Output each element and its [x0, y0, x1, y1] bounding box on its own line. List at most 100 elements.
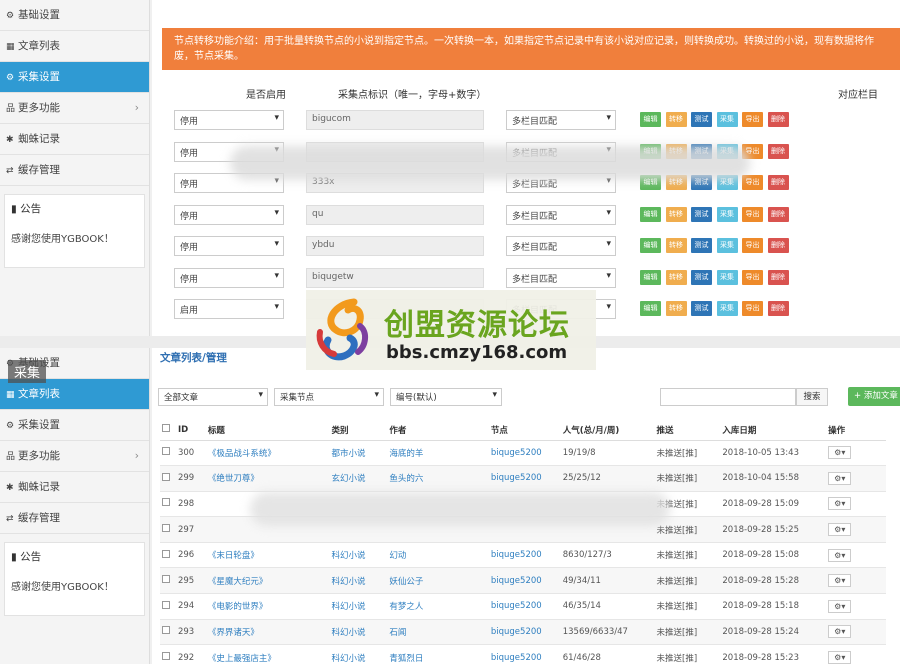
- cell-title[interactable]: 《星魔大纪元》: [205, 567, 330, 595]
- cell-category[interactable]: 科幻小说: [329, 644, 388, 664]
- row-checkbox[interactable]: [160, 619, 176, 646]
- action-button[interactable]: 导出: [742, 301, 763, 316]
- enable-select[interactable]: 启用: [174, 299, 284, 319]
- gear-dropdown-button[interactable]: ⚙▾: [828, 599, 852, 613]
- cell-category[interactable]: 玄幻小说: [329, 465, 388, 492]
- action-button[interactable]: 编辑: [640, 112, 661, 127]
- gear-dropdown-button[interactable]: ⚙▾: [828, 471, 852, 485]
- action-button[interactable]: 测试: [691, 301, 712, 316]
- action-button[interactable]: 测试: [691, 206, 712, 222]
- action-button[interactable]: 删除: [767, 143, 789, 159]
- cell-category[interactable]: 都市小说: [329, 440, 388, 467]
- action-button[interactable]: 删除: [767, 206, 789, 222]
- row-checkbox[interactable]: [160, 516, 176, 543]
- row-checkbox[interactable]: [160, 644, 176, 664]
- action-button[interactable]: 编辑: [640, 238, 661, 253]
- cell-node[interactable]: biquge5200: [488, 593, 561, 620]
- action-button[interactable]: 编辑: [640, 269, 661, 285]
- cell-title[interactable]: 《绝世刀尊》: [205, 465, 330, 492]
- filter-node[interactable]: 采集节点: [274, 388, 384, 406]
- node-ident-input[interactable]: bigucom: [306, 110, 484, 130]
- row-checkbox[interactable]: [160, 593, 176, 620]
- node-ident-input[interactable]: ybdu: [306, 236, 484, 256]
- cell-node[interactable]: biquge5200: [488, 567, 561, 595]
- row-checkbox[interactable]: [160, 542, 176, 569]
- cell-title[interactable]: 《史上最强店主》: [205, 644, 330, 664]
- cell-title[interactable]: 《界界诸天》: [205, 619, 330, 646]
- cell-author[interactable]: 妖仙公子: [387, 567, 489, 595]
- sidebar-item[interactable]: ✱ 蜘蛛记录: [0, 124, 149, 155]
- action-button[interactable]: 删除: [767, 238, 789, 253]
- cell-author[interactable]: 鱼头的六: [387, 465, 489, 492]
- cell-node[interactable]: biquge5200: [488, 465, 561, 492]
- sidebar-item[interactable]: ✱ 蜘蛛记录: [0, 472, 149, 503]
- action-button[interactable]: 测试: [691, 269, 712, 285]
- gear-dropdown-button[interactable]: ⚙▾: [828, 523, 852, 537]
- column-match-select[interactable]: 多栏目匹配: [506, 110, 616, 130]
- action-button[interactable]: 导出: [742, 238, 763, 253]
- action-button[interactable]: 导出: [742, 175, 763, 190]
- cell-author[interactable]: 海底的羊: [387, 440, 489, 467]
- action-button[interactable]: 编辑: [640, 206, 661, 222]
- cell-node[interactable]: biquge5200: [488, 440, 561, 467]
- action-button[interactable]: 采集: [716, 112, 738, 127]
- action-button[interactable]: 导出: [742, 206, 763, 222]
- action-button[interactable]: 转移: [665, 238, 687, 253]
- cell-node[interactable]: biquge5200: [488, 542, 561, 569]
- action-button[interactable]: 转移: [665, 301, 687, 316]
- sidebar-item[interactable]: 品更多功能 ›: [0, 93, 149, 124]
- gear-dropdown-button[interactable]: ⚙▾: [828, 497, 852, 511]
- enable-select[interactable]: 停用: [174, 110, 284, 130]
- gear-dropdown-button[interactable]: ⚙▾: [828, 651, 852, 664]
- sidebar-item[interactable]: ⇄ 缓存管理: [0, 503, 149, 534]
- column-match-select[interactable]: 多栏目匹配: [506, 236, 616, 256]
- cell-push[interactable]: 未推送[推]: [654, 567, 721, 595]
- action-button[interactable]: 测试: [691, 112, 712, 127]
- action-button[interactable]: 转移: [665, 112, 687, 127]
- cell-push[interactable]: 未推送[推]: [654, 619, 721, 646]
- cell-push[interactable]: 未推送[推]: [654, 465, 721, 492]
- filter-all-articles[interactable]: 全部文章: [158, 388, 268, 406]
- action-button[interactable]: 采集: [716, 238, 738, 253]
- add-article-button[interactable]: + 添加文章: [848, 387, 900, 406]
- sidebar-item[interactable]: ▦ 文章列表: [0, 379, 149, 410]
- sidebar-item[interactable]: 品更多功能 ›: [0, 441, 149, 472]
- cell-author[interactable]: 有梦之人: [387, 593, 489, 620]
- column-match-select[interactable]: 多栏目匹配: [506, 204, 616, 225]
- cell-author[interactable]: 幻动: [387, 542, 489, 569]
- node-ident-input[interactable]: qu: [306, 204, 484, 225]
- cell-title[interactable]: 《电影的世界》: [205, 593, 330, 620]
- cell-push[interactable]: 未推送[推]: [654, 440, 721, 467]
- row-checkbox[interactable]: [160, 567, 176, 595]
- sidebar-item[interactable]: ⇄ 缓存管理: [0, 155, 149, 186]
- sidebar-item[interactable]: ▦ 文章列表: [0, 31, 149, 62]
- enable-select[interactable]: 停用: [174, 267, 284, 288]
- gear-dropdown-button[interactable]: ⚙▾: [828, 446, 852, 460]
- gear-dropdown-button[interactable]: ⚙▾: [828, 625, 852, 639]
- cell-author[interactable]: 石闻: [387, 619, 489, 646]
- action-button[interactable]: 编辑: [640, 301, 661, 316]
- cell-category[interactable]: 科幻小说: [329, 567, 388, 595]
- cell-author[interactable]: 青狐烈日: [387, 644, 489, 664]
- cell-push[interactable]: 未推送[推]: [654, 593, 721, 620]
- gear-dropdown-button[interactable]: ⚙▾: [828, 548, 852, 562]
- action-button[interactable]: 导出: [742, 112, 763, 127]
- search-button[interactable]: 搜索: [796, 388, 828, 406]
- cell-node[interactable]: biquge5200: [488, 619, 561, 646]
- action-button[interactable]: 删除: [767, 175, 789, 190]
- action-button[interactable]: 测试: [691, 238, 712, 253]
- cell-push[interactable]: 未推送[推]: [654, 542, 721, 569]
- action-button[interactable]: 删除: [767, 269, 789, 285]
- gear-dropdown-button[interactable]: ⚙▾: [828, 574, 852, 588]
- column-match-select[interactable]: 多栏目匹配: [506, 267, 616, 288]
- cell-category[interactable]: 科幻小说: [329, 619, 388, 646]
- action-button[interactable]: 删除: [767, 112, 789, 127]
- row-checkbox[interactable]: [160, 440, 176, 467]
- action-button[interactable]: 采集: [716, 206, 738, 222]
- action-button[interactable]: 采集: [716, 269, 738, 285]
- action-button[interactable]: 采集: [716, 301, 738, 316]
- sidebar-item[interactable]: ⚙基础设置: [0, 0, 149, 31]
- enable-select[interactable]: 停用: [174, 236, 284, 256]
- cell-push[interactable]: 未推送[推]: [654, 644, 721, 664]
- action-button[interactable]: 删除: [767, 301, 789, 316]
